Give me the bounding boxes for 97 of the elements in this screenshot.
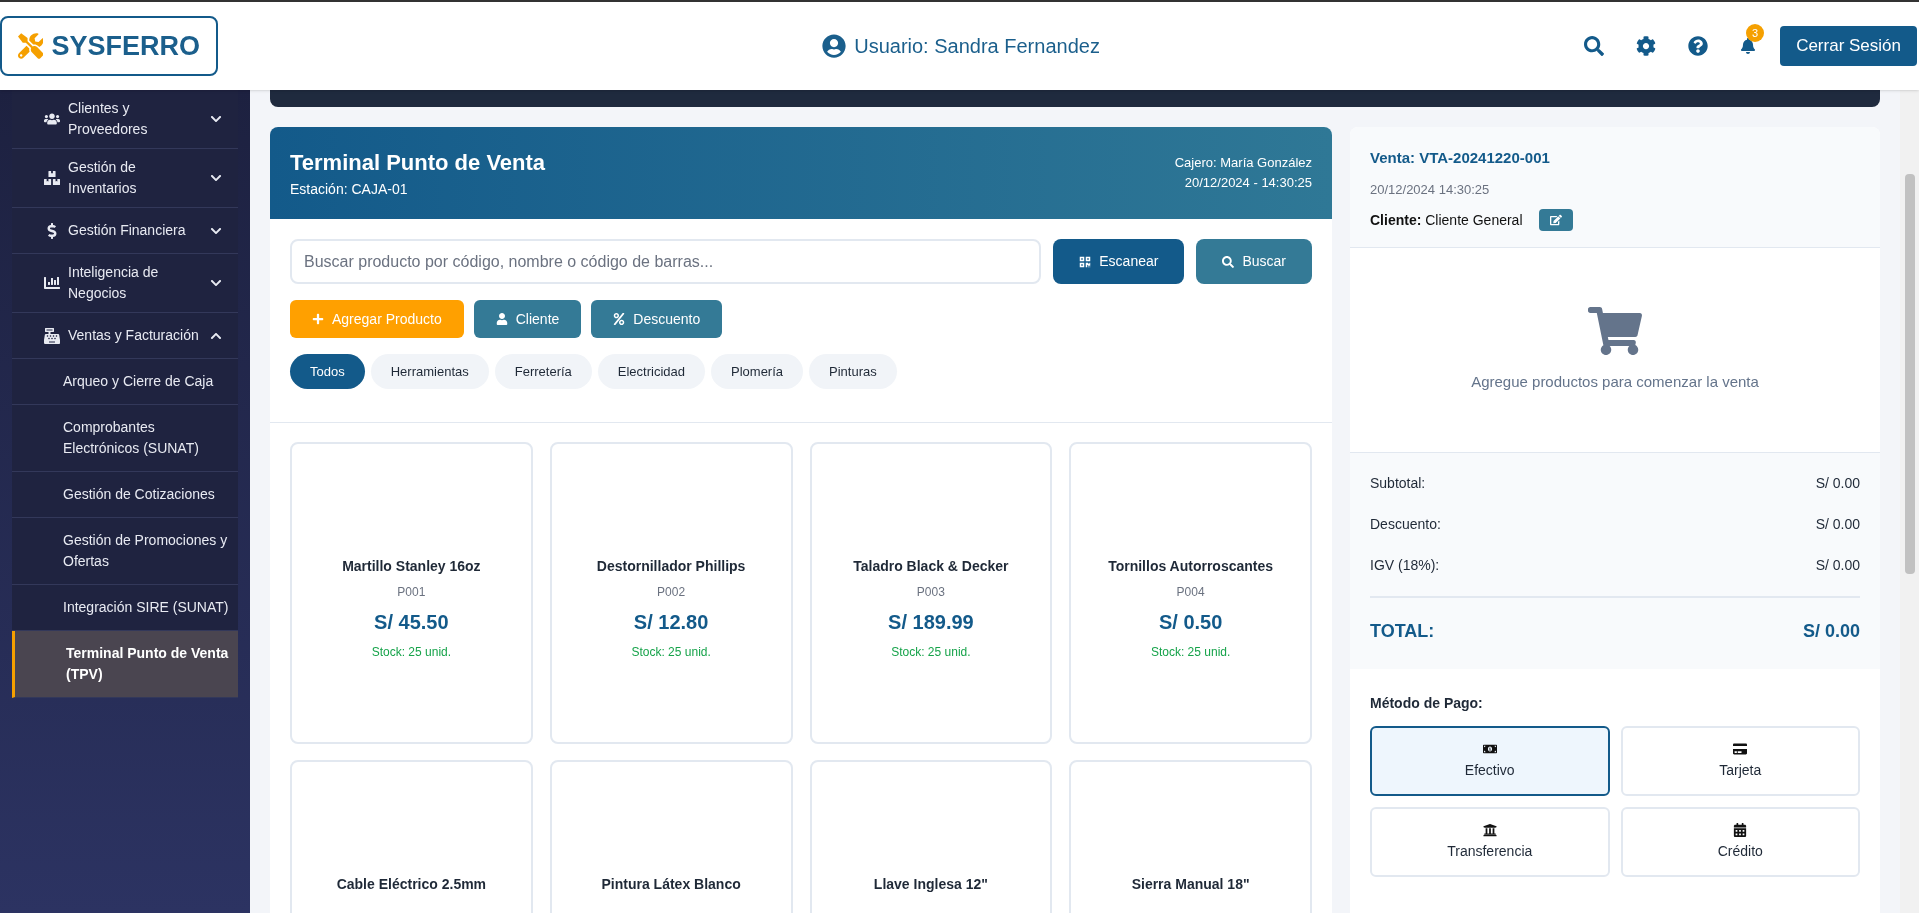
- logo-text: SYSFERRO: [51, 29, 200, 63]
- total-value: S/ 0.00: [1815, 474, 1860, 493]
- product-code: P003: [916, 584, 945, 601]
- product-price: S/ 0.50: [1158, 610, 1223, 635]
- user-avatar-icon: [822, 34, 847, 58]
- total-label: Descuento:: [1370, 515, 1441, 534]
- pos-datetime: 20/12/2024 - 14:30:25: [1184, 174, 1312, 192]
- sidebar-submenu-item[interactable]: Integración SIRE (SUNAT): [12, 585, 238, 631]
- scrollbar[interactable]: [1900, 90, 1919, 913]
- user-icon: [495, 313, 508, 325]
- product-price: S/ 45.50: [374, 610, 449, 635]
- payment-method-title: Método de Pago:: [1370, 694, 1484, 713]
- sidebar-submenu-item[interactable]: Terminal Punto de Venta (TPV): [12, 631, 238, 698]
- category-chip[interactable]: Electricidad: [597, 354, 705, 389]
- cashier-label: Cajero: María González: [1174, 154, 1312, 172]
- scan-button[interactable]: Escanear: [1053, 239, 1185, 284]
- category-chip[interactable]: Todos: [290, 354, 365, 389]
- product-code: P004: [1176, 584, 1205, 601]
- scrollbar-thumb[interactable]: [1904, 174, 1915, 574]
- sale-datetime: 20/12/2024 14:30:25: [1370, 180, 1491, 199]
- card-icon: [1733, 741, 1748, 756]
- percent-icon: [613, 313, 626, 325]
- qr-code-icon: [1079, 255, 1092, 268]
- product-card[interactable]: Pintura Látex Blanco: [549, 760, 793, 913]
- product-price: S/ 12.80: [633, 610, 709, 635]
- payment-method-option[interactable]: Tarjeta: [1620, 726, 1860, 796]
- boxes-icon: [44, 170, 60, 186]
- grand-total-label: TOTAL:: [1370, 620, 1435, 643]
- product-price: S/ 189.99: [888, 610, 974, 635]
- product-name: Taladro Black & Decker: [853, 557, 1009, 576]
- product-card[interactable]: Tornillos Autorroscantes P004 S/ 0.50 Stock: 25 unid.: [1069, 442, 1312, 744]
- product-card[interactable]: Llave Inglesa 12": [809, 760, 1053, 913]
- search-icon[interactable]: [1584, 36, 1605, 56]
- settings-icon[interactable]: [1636, 36, 1657, 56]
- payment-method-option[interactable]: Transferencia: [1370, 807, 1610, 877]
- logout-button[interactable]: Cerrar Sesión: [1780, 26, 1917, 66]
- sidebar-submenu-item[interactable]: Arqueo y Cierre de Caja: [12, 359, 238, 405]
- product-card[interactable]: Martillo Stanley 16oz P001 S/ 45.50 Stock: 25 unid.: [290, 442, 533, 744]
- product-name: Cable Eléctrico 2.5mm: [336, 875, 487, 894]
- plus-icon: [312, 313, 324, 325]
- bank-icon: [1482, 822, 1497, 837]
- total-label: IGV (18%):: [1370, 556, 1440, 575]
- bar-chart-icon: [44, 275, 60, 291]
- product-card[interactable]: Destornillador Phillips P002 S/ 12.80 Stock: 25 unid.: [549, 442, 793, 744]
- product-search-field[interactable]: Buscar producto por código, nombre o código de barras...: [290, 239, 1042, 284]
- product-name: Destornillador Phillips: [596, 557, 746, 576]
- people-icon: [44, 111, 60, 127]
- help-icon[interactable]: [1688, 36, 1709, 56]
- empty-cart-message: Agregue productos para comenzar la venta: [1471, 371, 1759, 392]
- payment-method-option[interactable]: Efectivo: [1370, 726, 1610, 796]
- product-stock: Stock: 25 unid.: [631, 644, 711, 661]
- total-value: S/ 0.00: [1815, 556, 1860, 575]
- product-card[interactable]: Cable Eléctrico 2.5mm: [290, 760, 533, 913]
- notification-badge: 3: [1746, 24, 1765, 42]
- category-chip[interactable]: Herramientas: [370, 354, 489, 389]
- sidebar-submenu-item[interactable]: Gestión de Cotizaciones: [12, 472, 238, 518]
- edit-icon: [1549, 214, 1562, 226]
- search-icon: [1222, 255, 1235, 268]
- sidebar-submenu-item[interactable]: Gestión de Promociones y Ofertas: [12, 518, 238, 585]
- sidebar-menu-item[interactable]: Inteligencia de Negocios: [12, 254, 238, 313]
- search-button[interactable]: Buscar: [1196, 239, 1312, 284]
- logo[interactable]: SYSFERRO: [0, 16, 218, 76]
- product-name: Martillo Stanley 16oz: [342, 557, 481, 576]
- product-name: Llave Inglesa 12": [873, 875, 988, 894]
- tools-icon: [18, 32, 44, 60]
- calendar-icon: [1733, 822, 1748, 837]
- cash-register-icon: [44, 327, 60, 344]
- category-chip[interactable]: Ferretería: [494, 354, 592, 389]
- sidebar-menu-item[interactable]: Ventas y Facturación: [12, 313, 238, 359]
- product-stock: Stock: 25 unid.: [1150, 644, 1231, 661]
- product-name: Tornillos Autorroscantes: [1108, 557, 1274, 576]
- station-label: Estación: CAJA-01: [290, 180, 409, 199]
- total-value: S/ 0.00: [1815, 515, 1860, 534]
- notification-bell-icon[interactable]: [1740, 38, 1757, 54]
- category-chip[interactable]: Plomería: [711, 354, 804, 389]
- sidebar-menu-item[interactable]: Gestión Financiera: [12, 208, 238, 254]
- product-card[interactable]: Taladro Black & Decker P003 S/ 189.99 Stock: 25 unid.: [809, 442, 1053, 744]
- product-card[interactable]: Sierra Manual 18": [1069, 760, 1312, 913]
- product-name: Sierra Manual 18": [1131, 875, 1250, 894]
- sidebar-submenu-item[interactable]: Comprobantes Electrónicos (SUNAT): [12, 405, 238, 472]
- total-label: Subtotal:: [1370, 474, 1426, 493]
- product-stock: Stock: 25 unid.: [371, 644, 452, 661]
- action-button[interactable]: Descuento: [591, 300, 723, 338]
- product-stock: Stock: 25 unid.: [891, 644, 971, 661]
- grand-total-value: S/ 0.00: [1802, 620, 1860, 643]
- action-button[interactable]: Cliente: [473, 300, 582, 338]
- product-code: P001: [397, 584, 426, 601]
- product-code: P002: [657, 584, 686, 601]
- pos-title: Terminal Punto de Venta: [290, 149, 546, 177]
- cart-icon: [1587, 306, 1643, 355]
- user-name: Usuario: Sandra Fernandez: [854, 34, 1100, 59]
- product-name: Pintura Látex Blanco: [601, 875, 741, 894]
- edit-client-button[interactable]: [1538, 209, 1573, 231]
- sale-number: Venta: VTA-20241220-001: [1370, 148, 1551, 168]
- category-chip[interactable]: Pinturas: [809, 354, 897, 389]
- payment-method-option[interactable]: Crédito: [1620, 807, 1860, 877]
- client-label: Cliente: Cliente General: [1370, 210, 1523, 230]
